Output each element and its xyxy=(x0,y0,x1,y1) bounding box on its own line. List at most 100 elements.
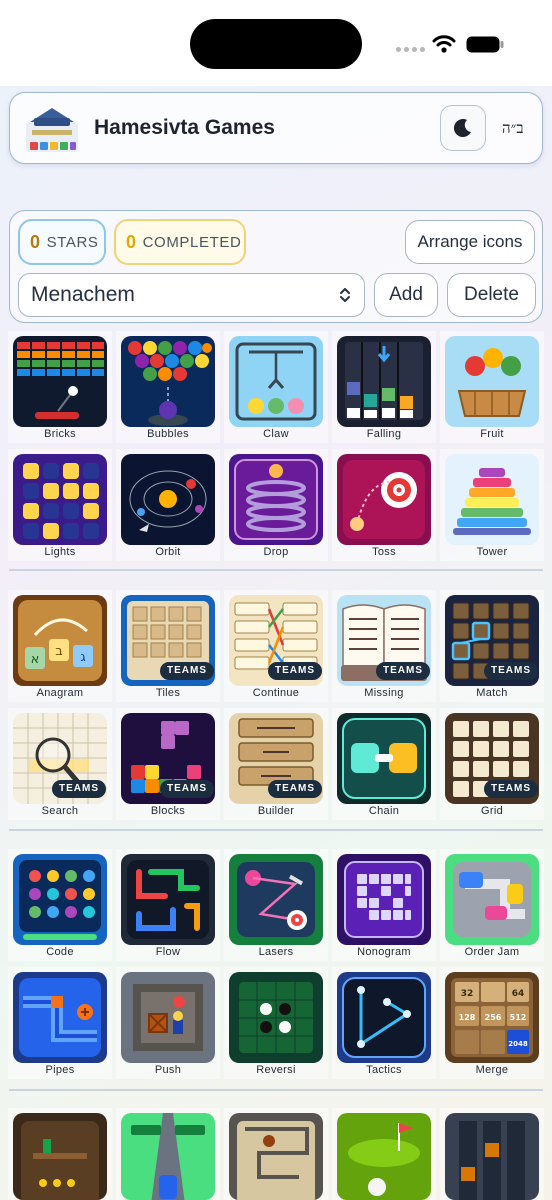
game-tile-match[interactable]: TEAMS Match xyxy=(440,590,544,702)
game-label: Merge xyxy=(475,1064,509,1076)
game-label: Reversi xyxy=(256,1064,296,1076)
game-tile-orbit[interactable]: Orbit xyxy=(116,449,220,561)
game-tile-code[interactable]: Code xyxy=(8,849,112,961)
chevron-up-down-icon xyxy=(340,288,350,302)
game-tile-falling[interactable]: Falling xyxy=(332,331,436,443)
dynamic-island xyxy=(190,19,362,69)
battery-icon xyxy=(466,36,504,53)
game-tile-blocks[interactable]: TEAMS Blocks xyxy=(116,708,220,820)
game-label: Flow xyxy=(155,946,181,958)
add-player-button[interactable]: Add xyxy=(374,273,438,317)
game-tile-lights[interactable]: Lights xyxy=(8,449,112,561)
game-tile-bubbles[interactable]: Bubbles xyxy=(116,331,220,443)
golf-icon xyxy=(337,1113,431,1200)
game-label: Order Jam xyxy=(464,946,520,958)
anagram-letter: א xyxy=(31,652,40,667)
game-tile-tiles[interactable]: TEAMS Tiles xyxy=(116,590,220,702)
game-tile-chain[interactable]: Chain xyxy=(332,708,436,820)
game-label: Chain xyxy=(368,805,400,817)
game-tile-push[interactable]: Push xyxy=(116,967,220,1079)
game-label: Drop xyxy=(263,546,289,558)
anagram-letter: ב xyxy=(55,644,63,659)
orbit-icon xyxy=(121,454,215,545)
game-label: Orbit xyxy=(155,546,181,558)
player-select-value: Menachem xyxy=(31,283,135,306)
game-tile-toss[interactable]: Toss xyxy=(332,449,436,561)
game-tile-conveyor[interactable] xyxy=(440,1108,544,1200)
game-label: Tiles xyxy=(155,687,181,699)
lasers-icon xyxy=(229,854,323,945)
anagram-icon: א ב ג xyxy=(13,595,107,686)
flow-icon xyxy=(121,854,215,945)
game-label: Nonogram xyxy=(357,946,411,958)
game-label: Anagram xyxy=(36,687,84,699)
completed-counter: 0 COMPLETED xyxy=(114,219,246,265)
teams-badge: TEAMS xyxy=(160,662,214,680)
game-label: Tower xyxy=(476,546,508,558)
game-tile-road[interactable] xyxy=(116,1108,220,1200)
game-label: Blocks xyxy=(150,805,186,817)
game-tile-grid[interactable]: TEAMS Grid xyxy=(440,708,544,820)
section-divider xyxy=(9,569,543,571)
game-tile-tower[interactable]: Tower xyxy=(440,449,544,561)
completed-label: COMPLETED xyxy=(142,233,242,251)
merge-tile-value: 32 xyxy=(461,989,474,999)
teams-badge: TEAMS xyxy=(52,780,106,798)
game-tile-tactics[interactable]: Tactics xyxy=(332,967,436,1079)
game-tile-merge[interactable]: 32 64 128 256 512 2048 Merge xyxy=(440,967,544,1079)
chain-icon xyxy=(337,713,431,804)
game-tile-maze[interactable] xyxy=(224,1108,328,1200)
game-label: Bricks xyxy=(44,428,76,440)
section-divider xyxy=(9,1089,543,1091)
game-label: Code xyxy=(46,946,74,958)
game-tile-builder[interactable]: TEAMS Builder xyxy=(224,708,328,820)
game-label: Builder xyxy=(257,805,295,817)
game-label: Lights xyxy=(44,546,76,558)
player-select[interactable]: Menachem xyxy=(18,273,365,317)
game-tile-reversi[interactable]: Reversi xyxy=(224,967,328,1079)
game-tile-lasers[interactable]: Lasers xyxy=(224,849,328,961)
teams-badge: TEAMS xyxy=(484,780,538,798)
anagram-letter: ג xyxy=(80,650,85,665)
teams-badge: TEAMS xyxy=(484,662,538,680)
game-tile-bricks[interactable]: Bricks xyxy=(8,331,112,443)
cave-adventure-icon xyxy=(13,1113,107,1200)
game-tile-anagram[interactable]: א ב ג Anagram xyxy=(8,590,112,702)
game-tile-drop[interactable]: Drop xyxy=(224,449,328,561)
bricks-icon xyxy=(13,336,107,427)
game-tile-order-jam[interactable]: Order Jam xyxy=(440,849,544,961)
claw-icon xyxy=(229,336,323,427)
game-tile-cave[interactable] xyxy=(8,1108,112,1200)
arrange-icons-button[interactable]: Arrange icons xyxy=(405,220,535,264)
game-tile-missing[interactable]: TEAMS Missing xyxy=(332,590,436,702)
delete-player-button[interactable]: Delete xyxy=(447,273,536,317)
wifi-icon xyxy=(432,35,456,53)
game-label: Claw xyxy=(263,428,289,440)
game-label: Pipes xyxy=(45,1064,75,1076)
game-label: Push xyxy=(154,1064,182,1076)
controls-panel: 0 STARS 0 COMPLETED Arrange icons Menach… xyxy=(9,210,543,323)
dark-mode-toggle[interactable] xyxy=(440,105,486,151)
game-tile-pipes[interactable]: Pipes xyxy=(8,967,112,1079)
game-tile-golf[interactable] xyxy=(332,1108,436,1200)
game-tile-search[interactable]: TEAMS Search xyxy=(8,708,112,820)
road-icon xyxy=(121,1113,215,1200)
game-tile-continue[interactable]: TEAMS Continue xyxy=(224,590,328,702)
drop-icon xyxy=(229,454,323,545)
game-label: Fruit xyxy=(480,428,504,440)
game-label: Falling xyxy=(366,428,402,440)
game-label: Missing xyxy=(364,687,404,699)
merge-tile-value: 512 xyxy=(510,1013,527,1022)
game-tile-nonogram[interactable]: Nonogram xyxy=(332,849,436,961)
game-label: Search xyxy=(41,805,79,817)
tactics-icon xyxy=(337,972,431,1063)
game-tile-flow[interactable]: Flow xyxy=(116,849,220,961)
game-tile-claw[interactable]: Claw xyxy=(224,331,328,443)
app-header: Hamesivta Games ב״ה xyxy=(9,92,543,164)
stars-label: STARS xyxy=(46,233,99,251)
conveyor-icon xyxy=(445,1113,539,1200)
merge-icon: 32 64 128 256 512 2048 xyxy=(445,972,539,1063)
nonogram-icon xyxy=(337,854,431,945)
moon-icon xyxy=(453,119,471,138)
game-tile-fruit[interactable]: Fruit xyxy=(440,331,544,443)
